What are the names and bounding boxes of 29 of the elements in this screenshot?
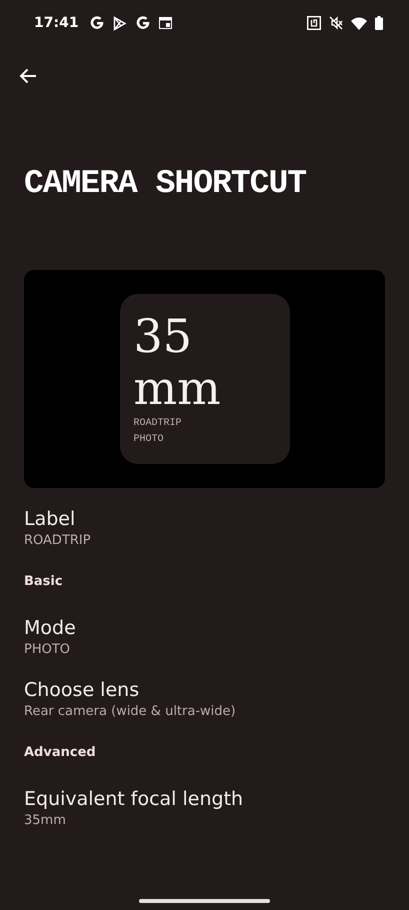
status-time: 17:41 [34,15,79,31]
item-title: Equivalent focal length [24,787,244,812]
item-subtitle: Rear camera (wide & ultra-wide) [24,703,237,721]
item-title: Mode [24,616,77,641]
item-subtitle: ROADTRIP [24,532,92,550]
settings-item[interactable]: Equivalent focal length 35mm [0,768,409,830]
window-icon [158,17,172,29]
g-logo-icon [88,15,105,31]
section-header: Advanced [23,744,97,762]
focal-value: 35 [134,310,194,362]
battery-icon [375,16,383,30]
item-subtitle: PHOTO [24,641,72,659]
g-logo-icon [134,15,151,31]
settings-item[interactable]: Mode PHOTO [0,597,409,659]
wifi-icon [351,16,367,30]
item-title: Choose lens [24,678,140,703]
focal-unit: mm [134,362,222,414]
page-title: CAMERA SHORTCUT [24,164,308,204]
item-title: Label [24,507,76,532]
settings-item[interactable]: Label ROADTRIP [0,488,409,550]
widget-caption: PHOTO [134,433,165,447]
item-subtitle: 35mm [24,812,67,830]
back-arrow-icon [19,68,37,84]
nfc-icon [307,16,321,30]
widget-caption: ROADTRIP [134,417,183,431]
mute-icon [329,16,343,30]
section-header: Basic [23,573,64,591]
play-store-icon [112,16,127,30]
settings-item[interactable]: Choose lens Rear camera (wide & ultra-wide) [0,659,409,721]
